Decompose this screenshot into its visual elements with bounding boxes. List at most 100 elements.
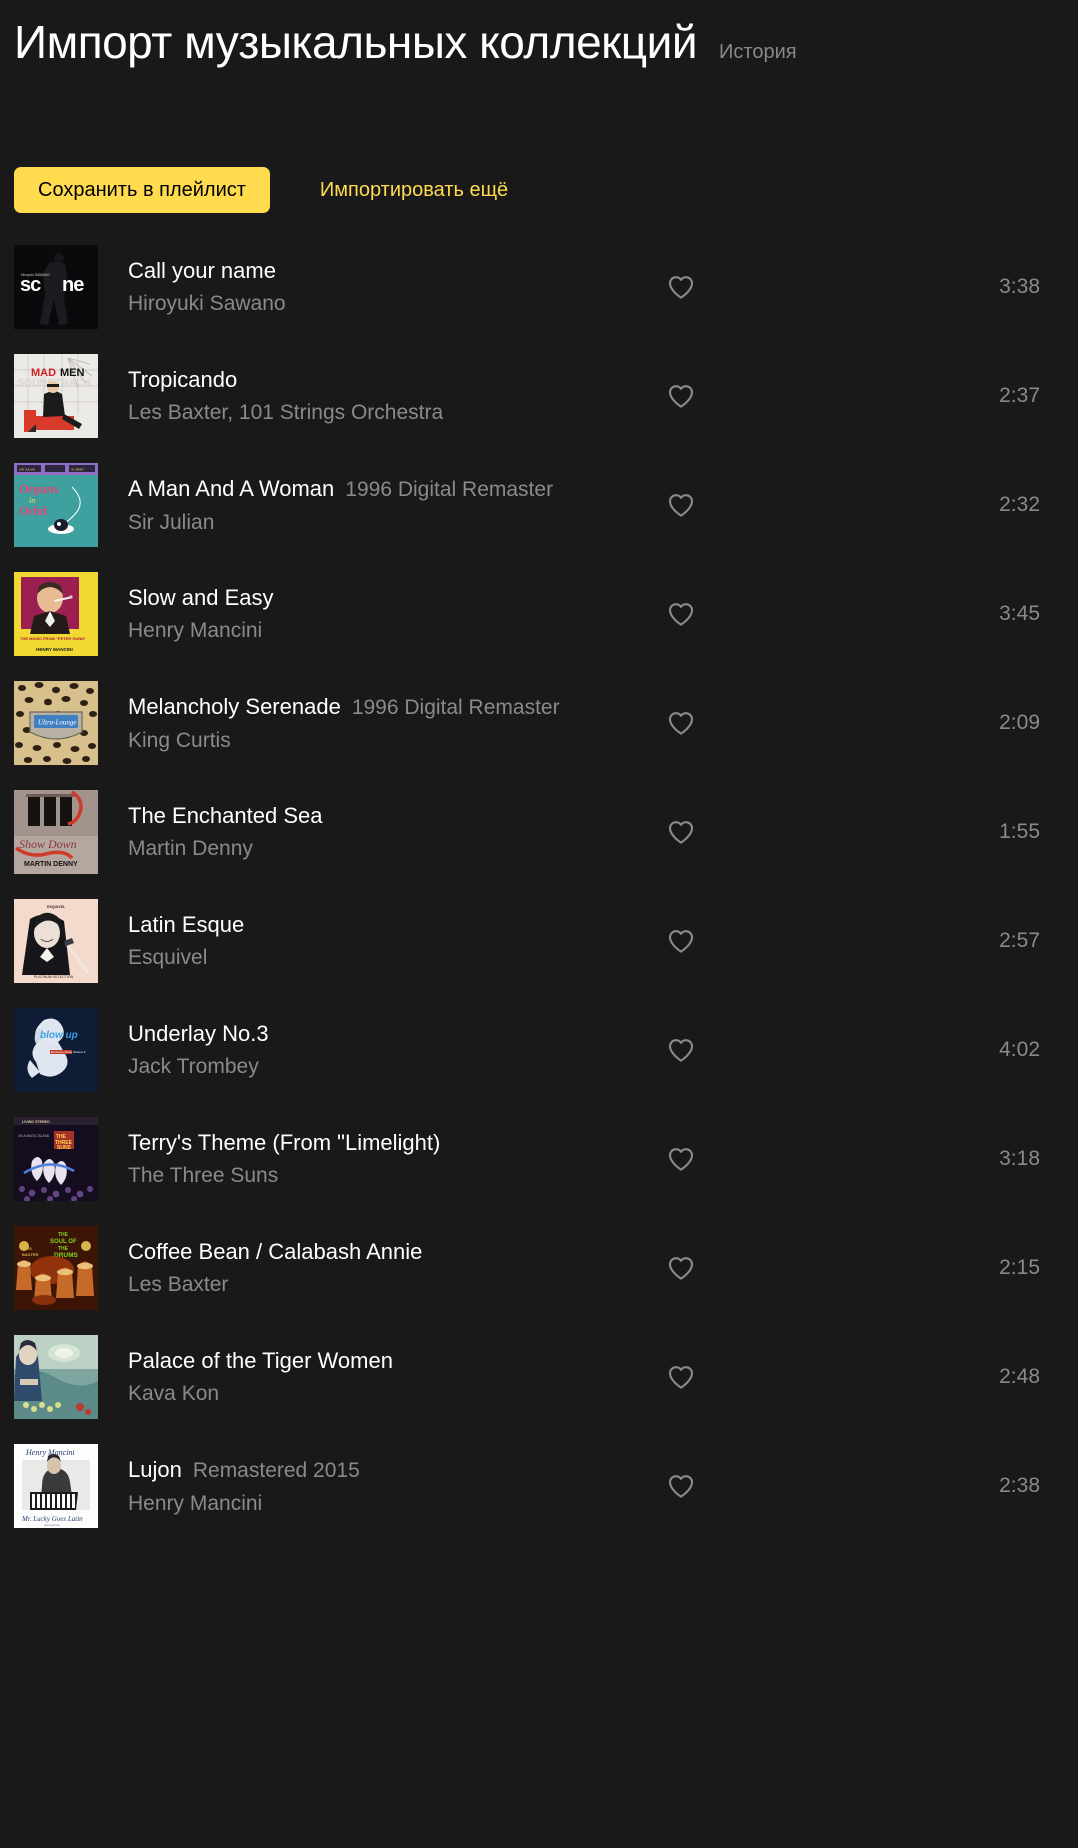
- svg-text:Exclusive Disco Volume 3: Exclusive Disco Volume 3: [51, 1050, 86, 1054]
- heart-outline-icon: [666, 599, 696, 629]
- track-row[interactable]: sc ne Hiroyuki SAWANO Call your name Hiroy…: [14, 245, 1064, 329]
- svg-text:Orbit: Orbit: [19, 503, 48, 518]
- heart-outline-icon: [666, 1035, 696, 1065]
- track-title: Underlay No.3: [128, 1021, 269, 1046]
- like-button[interactable]: [658, 918, 704, 964]
- track-row[interactable]: ESQUIVEL PLATINUM SELECTION Latin Esque Es…: [14, 899, 1064, 983]
- like-button[interactable]: [658, 591, 704, 637]
- svg-text:ON A MAGIC ISLAND: ON A MAGIC ISLAND: [18, 1134, 50, 1138]
- svg-text:LIVING STEREO: LIVING STEREO: [22, 1120, 50, 1124]
- album-cover: ESQUIVEL PLATINUM SELECTION: [14, 899, 98, 983]
- like-button[interactable]: [658, 1136, 704, 1182]
- album-cover: MAD MEN SOUNDTRACK: [14, 354, 98, 438]
- track-title: Palace of the Tiger Women: [128, 1348, 393, 1373]
- album-cover: sc ne Hiroyuki SAWANO: [14, 245, 98, 329]
- track-title: Call your name: [128, 258, 276, 283]
- track-row[interactable]: Palace of the Tiger Women Kava Kon 2:48: [14, 1335, 1064, 1419]
- album-cover: Ultra-Lounge: [14, 681, 98, 765]
- track-title-line: Terry's Theme (From "Limelight): [128, 1128, 1064, 1158]
- track-title-line: Call your name: [128, 256, 1064, 286]
- like-button[interactable]: [658, 1463, 704, 1509]
- track-meta: Terry's Theme (From "Limelight) The Three…: [98, 1128, 1064, 1190]
- like-button[interactable]: [658, 373, 704, 419]
- heart-outline-icon: [666, 708, 696, 738]
- svg-text:PLATINUM SELECTION: PLATINUM SELECTION: [34, 975, 74, 979]
- svg-text:IN ORBIT: IN ORBIT: [71, 468, 84, 472]
- like-button[interactable]: [658, 1354, 704, 1400]
- track-artist: Martin Denny: [128, 837, 253, 860]
- track-version: 1996 Digital Remaster: [351, 695, 560, 719]
- svg-text:BAXTER: BAXTER: [22, 1252, 39, 1257]
- album-cover: blow up presents Exclusive Disco Volume …: [14, 1008, 98, 1092]
- track-meta: Latin Esque Esquivel: [98, 910, 1064, 972]
- track-row[interactable]: Ultra-Lounge Melancholy Serenade 1996 Digi…: [14, 681, 1064, 765]
- track-row[interactable]: Show Down MARTIN DENNY The Enchanted Sea M…: [14, 790, 1064, 874]
- heart-outline-icon: [666, 381, 696, 411]
- track-meta: Slow and Easy Henry Mancini: [98, 583, 1064, 645]
- like-button[interactable]: [658, 264, 704, 310]
- svg-text:ESQUIVEL: ESQUIVEL: [47, 905, 66, 909]
- import-more-button[interactable]: Импортировать ещё: [320, 167, 508, 213]
- svg-text:Organs: Organs: [19, 481, 59, 496]
- save-to-playlist-button[interactable]: Сохранить в плейлист: [14, 167, 270, 213]
- track-artist: Les Baxter: [128, 1273, 229, 1296]
- track-row[interactable]: THE MUSIC FROM "PETER GUNN" HENRY MANCIN…: [14, 572, 1064, 656]
- track-duration: 2:37: [999, 384, 1040, 407]
- svg-text:Hiroyuki SAWANO: Hiroyuki SAWANO: [21, 273, 50, 277]
- track-artist: Henry Mancini: [128, 1491, 263, 1515]
- track-meta: Palace of the Tiger Women Kava Kon: [98, 1346, 1064, 1408]
- like-button[interactable]: [658, 700, 704, 746]
- svg-text:ne: ne: [62, 274, 84, 296]
- album-cover: THE MUSIC FROM "PETER GUNN" HENRY MANCIN…: [14, 572, 98, 656]
- svg-text:MARTIN DENNY: MARTIN DENNY: [24, 861, 78, 868]
- track-duration: 2:09: [999, 711, 1040, 734]
- album-cover: THE SOUL OF THE DRUMS LES BAXTER: [14, 1226, 98, 1310]
- track-artist: Esquivel: [128, 946, 208, 969]
- track-row[interactable]: SIR JULIAN IN ORBIT Organs in Orbit A Ma…: [14, 463, 1064, 547]
- track-title-line: Latin Esque: [128, 910, 1064, 940]
- track-meta: Call your name Hiroyuki Sawano: [98, 256, 1064, 318]
- track-artist: Kava Kon: [128, 1382, 220, 1405]
- track-list: sc ne Hiroyuki SAWANO Call your name Hiroy…: [14, 245, 1064, 1528]
- track-artist: Jack Trombey: [128, 1055, 259, 1078]
- svg-text:THE MUSIC FROM "PETER GUNN": THE MUSIC FROM "PETER GUNN": [20, 636, 86, 641]
- track-duration: 2:15: [999, 1256, 1040, 1279]
- track-title-line: Underlay No.3: [128, 1019, 1064, 1049]
- track-title: Coffee Bean / Calabash Annie: [128, 1239, 423, 1264]
- track-meta: Underlay No.3 Jack Trombey: [98, 1019, 1064, 1081]
- like-button[interactable]: [658, 809, 704, 855]
- track-title-line: Coffee Bean / Calabash Annie: [128, 1237, 1064, 1267]
- like-button[interactable]: [658, 482, 704, 528]
- track-row[interactable]: LIVING STEREO ON A MAGIC ISLAND THE THRE…: [14, 1117, 1064, 1201]
- svg-text:SUNS: SUNS: [57, 1145, 72, 1151]
- track-meta: Lujon Remastered 2015 Henry Mancini: [98, 1455, 1064, 1518]
- album-cover: [14, 1335, 98, 1419]
- svg-text:SOUL OF: SOUL OF: [50, 1239, 77, 1245]
- track-title: Melancholy Serenade: [128, 693, 341, 719]
- track-title-line: A Man And A Woman 1996 Digital Remaster: [128, 474, 1064, 505]
- svg-text:presents: presents: [50, 1045, 62, 1049]
- track-artist: King Curtis: [128, 728, 231, 752]
- track-row[interactable]: MAD MEN SOUNDTRACK Tropicando Les Baxter,…: [14, 354, 1064, 438]
- track-duration: 4:02: [999, 1038, 1040, 1061]
- track-title: The Enchanted Sea: [128, 803, 323, 828]
- track-row[interactable]: Henry Mancini Mr. Lucky Goes Latin (Rema…: [14, 1444, 1064, 1528]
- track-title: Slow and Easy: [128, 585, 274, 610]
- like-button[interactable]: [658, 1245, 704, 1291]
- track-title-line: Slow and Easy: [128, 583, 1064, 613]
- track-meta: Coffee Bean / Calabash Annie Les Baxter: [98, 1237, 1064, 1299]
- track-row[interactable]: THE SOUL OF THE DRUMS LES BAXTER: [14, 1226, 1064, 1310]
- history-link[interactable]: История: [719, 41, 797, 64]
- track-duration: 3:38: [999, 275, 1040, 298]
- track-title-line: Palace of the Tiger Women: [128, 1346, 1064, 1376]
- like-button[interactable]: [658, 1027, 704, 1073]
- track-duration: 2:48: [999, 1365, 1040, 1388]
- svg-text:sc: sc: [20, 274, 41, 296]
- track-artist: Hiroyuki Sawano: [128, 292, 286, 315]
- svg-text:HENRY MANCINI: HENRY MANCINI: [36, 647, 73, 652]
- track-duration: 2:57: [999, 929, 1040, 952]
- track-version: 1996 Digital Remaster: [345, 477, 554, 501]
- track-duration: 3:18: [999, 1147, 1040, 1170]
- track-title-line: Lujon Remastered 2015: [128, 1455, 1064, 1486]
- track-row[interactable]: blow up presents Exclusive Disco Volume …: [14, 1008, 1064, 1092]
